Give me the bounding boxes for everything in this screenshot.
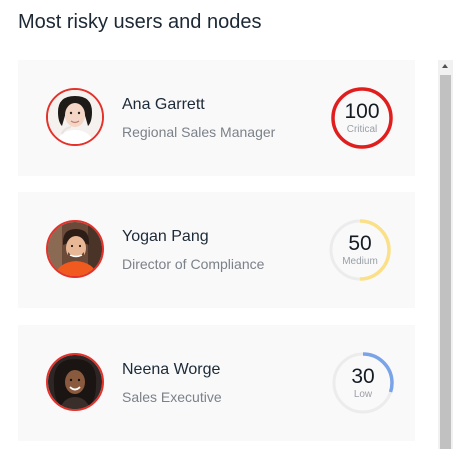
- avatar: [46, 220, 104, 278]
- page-title: Most risky users and nodes: [18, 11, 262, 33]
- user-card[interactable]: Yogan Pang Director of Compliance 50 Med…: [18, 192, 415, 308]
- user-card[interactable]: Ana Garrett Regional Sales Manager 100 C…: [18, 60, 415, 176]
- risk-score-value: 30: [351, 365, 375, 388]
- avatar-photo: [48, 222, 102, 276]
- user-name: Ana Garrett: [122, 96, 205, 113]
- user-role: Sales Executive: [122, 389, 222, 405]
- user-role: Director of Compliance: [122, 256, 265, 272]
- scrollbar-thumb[interactable]: [440, 75, 451, 449]
- avatar-photo: [48, 355, 102, 409]
- risk-score-gauge: 100 Critical: [330, 86, 394, 150]
- risk-score-gauge: 50 Medium: [328, 218, 392, 282]
- user-name: Yogan Pang: [122, 228, 209, 245]
- user-card[interactable]: Neena Worge Sales Executive 30 Low: [18, 325, 415, 441]
- user-role: Regional Sales Manager: [122, 124, 276, 140]
- avatar: [46, 353, 104, 411]
- avatar: [46, 88, 104, 146]
- risky-users-list: Ana Garrett Regional Sales Manager 100 C…: [18, 60, 415, 449]
- scroll-up-arrow-icon[interactable]: [438, 60, 453, 73]
- risk-level-label: Low: [353, 389, 373, 400]
- risk-level-label: Critical: [346, 124, 378, 135]
- risk-score-value: 100: [344, 100, 380, 123]
- user-name: Neena Worge: [122, 361, 221, 378]
- risk-level-label: Medium: [342, 256, 378, 267]
- risk-score-gauge: 30 Low: [331, 351, 395, 415]
- risk-score-value: 50: [348, 232, 372, 255]
- vertical-scrollbar[interactable]: [438, 60, 453, 449]
- avatar-photo: [48, 90, 102, 144]
